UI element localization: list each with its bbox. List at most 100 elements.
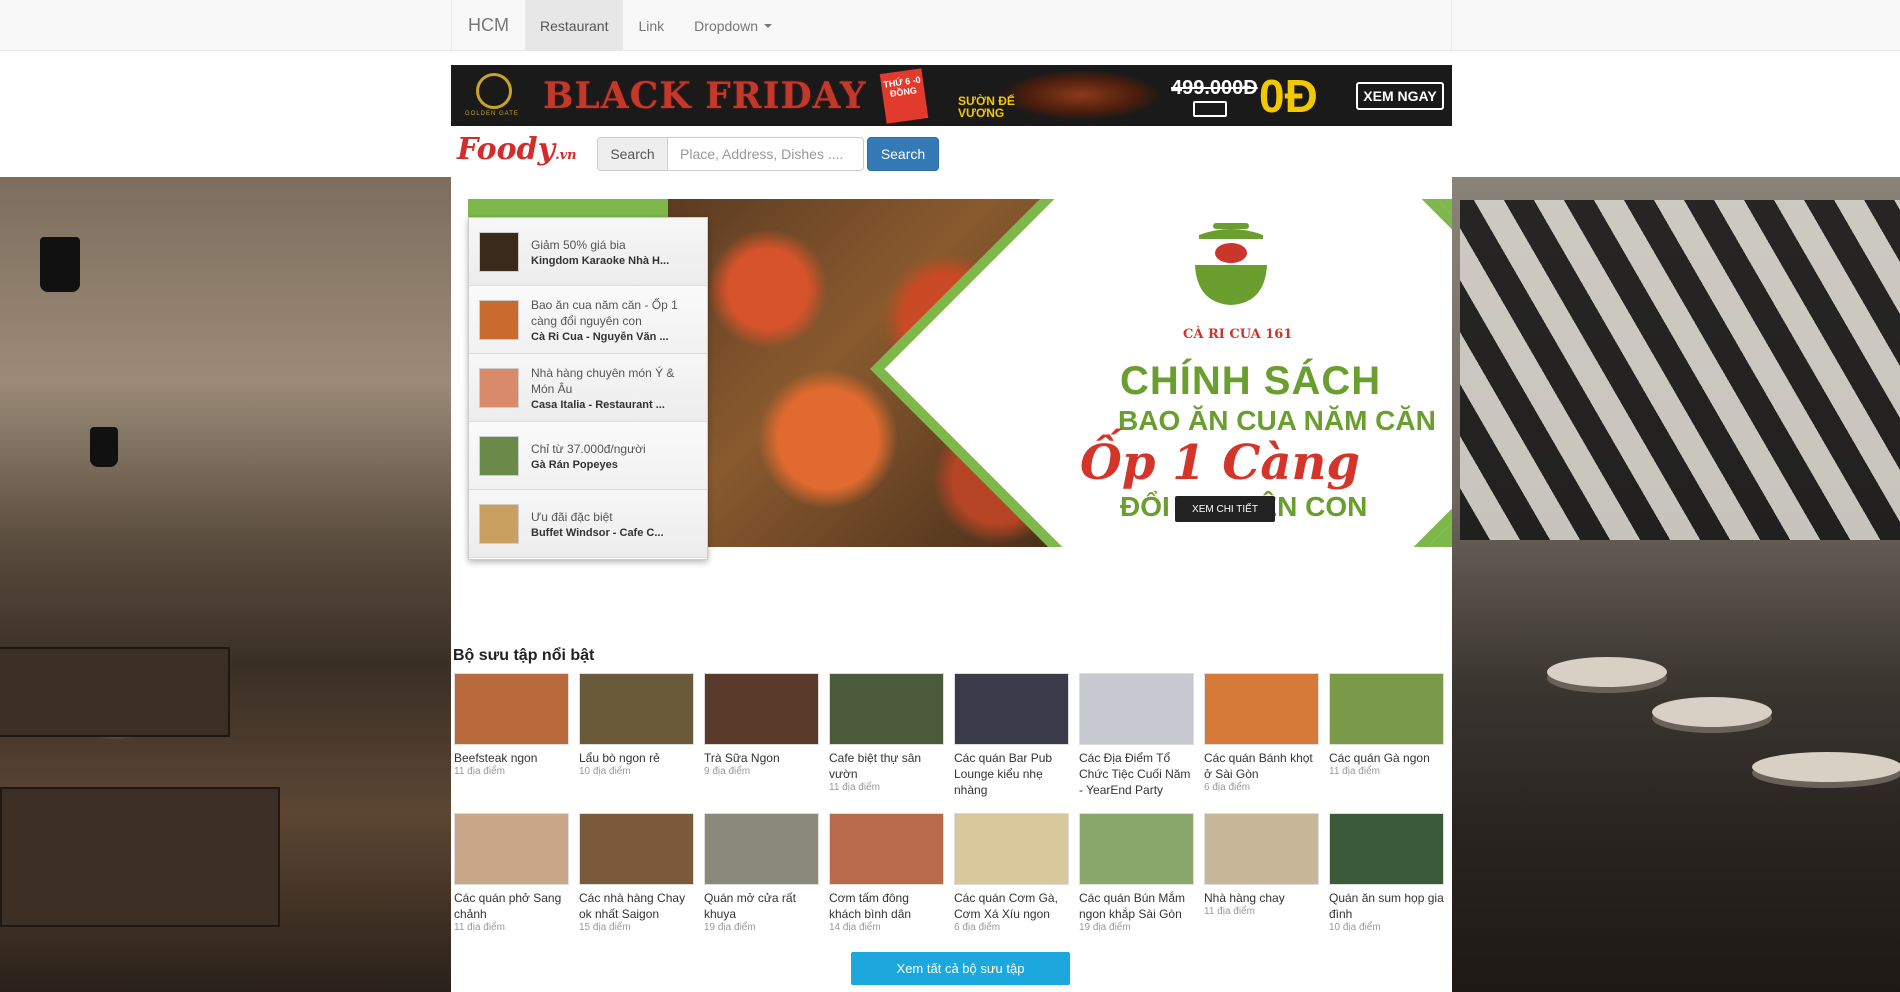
collection-image[interactable] <box>579 813 694 885</box>
collection-title[interactable]: Quán ăn sum họp gia đình <box>1329 890 1444 922</box>
navbar-brand[interactable]: HCM <box>452 0 525 51</box>
collection-title[interactable]: Cafe biệt thự sân vườn <box>829 750 944 782</box>
collection-title[interactable]: Beefsteak ngon <box>454 750 569 766</box>
collections-row: Beefsteak ngon 11 địa điểm Lẩu bò ngon rẻ 1… <box>454 673 1450 813</box>
promo-thumbnail <box>479 231 519 272</box>
collection-count: 11 địa điểm <box>1329 766 1380 777</box>
collection-image[interactable] <box>454 673 569 745</box>
collection-card[interactable]: Cơm tấm đông khách bình dân 14 địa điểm <box>829 813 944 953</box>
collection-count: 19 địa điểm <box>1079 922 1131 933</box>
main-content: CÀ RI CUA 161 CHÍNH SÁCH BAO ĂN CUA NĂM … <box>451 177 1452 992</box>
collection-title[interactable]: Các quán Bún Mắm ngon khắp Sài Gòn <box>1079 890 1194 922</box>
collection-count: 11 địa điểm <box>829 782 880 793</box>
collection-count: 14 địa điểm <box>829 922 881 933</box>
collection-image[interactable] <box>454 813 569 885</box>
collection-card[interactable]: Các quán Cơm Gà, Cơm Xá Xíu ngon 6 địa đi… <box>954 813 1069 953</box>
hero-cta-button[interactable]: XEM CHI TIẾT <box>1175 496 1275 522</box>
navbar: HCM Restaurant Link Dropdown <box>0 0 1900 51</box>
view-all-collections-button[interactable]: Xem tất cả bộ sưu tập <box>851 952 1070 985</box>
collection-card[interactable]: Các nhà hàng Chay ok nhất Saigon 15 địa đ… <box>579 813 694 953</box>
collection-image[interactable] <box>829 813 944 885</box>
collection-title[interactable]: Các quán Bánh khọt ở Sài Gòn <box>1204 750 1319 782</box>
collection-count: 11 địa điểm <box>1204 906 1255 917</box>
promo-thumbnail <box>479 367 519 408</box>
ad-new-price: 0Đ <box>1259 70 1318 122</box>
nav-item-restaurant[interactable]: Restaurant <box>525 0 624 51</box>
site-header: Foody.vn Search Search <box>451 126 1452 177</box>
search-button[interactable]: Search <box>867 137 939 171</box>
collection-card[interactable]: Trà Sữa Ngon 9 địa điểm <box>704 673 819 813</box>
table <box>0 647 230 737</box>
collection-title[interactable]: Trà Sữa Ngon <box>704 750 819 766</box>
collection-card[interactable]: Quán mở cửa rất khuya 19 địa điểm <box>704 813 819 953</box>
collection-title[interactable]: Nhà hàng chay <box>1204 890 1319 906</box>
table <box>0 787 280 927</box>
collection-title[interactable]: Các Địa Điểm Tổ Chức Tiệc Cuối Năm - Yea… <box>1079 750 1194 798</box>
nav-item-link[interactable]: Link <box>623 0 679 51</box>
collection-image[interactable] <box>579 673 694 745</box>
arrow-right-icon <box>1193 101 1227 117</box>
promo-item[interactable]: Bao ăn cua năm căn - Ốp 1 càng đổi nguyê… <box>469 286 707 354</box>
collection-title[interactable]: Các quán phở Sang chảnh <box>454 890 569 922</box>
collection-title[interactable]: Các quán Gà ngon <box>1329 750 1444 766</box>
hero-line-1: CHÍNH SÁCH <box>1120 359 1382 403</box>
nav-item-dropdown[interactable]: Dropdown <box>679 0 787 51</box>
hero-brand-name: CÀ RI CUA 161 <box>1183 327 1293 342</box>
collection-card[interactable]: Các quán Gà ngon 11 địa điểm <box>1329 673 1444 813</box>
promo-title: Giảm 50% giá bia <box>531 237 626 252</box>
logo-text: Foody <box>457 132 556 167</box>
promo-title: Chỉ từ 37.000đ/người <box>531 441 646 456</box>
collection-image[interactable] <box>954 673 1069 745</box>
collection-image[interactable] <box>1204 673 1319 745</box>
collection-image[interactable] <box>1329 813 1444 885</box>
collection-card[interactable]: Cafe biệt thự sân vườn 11 địa điểm <box>829 673 944 813</box>
search-addon-label: Search <box>597 137 668 171</box>
search-input[interactable] <box>667 137 864 171</box>
ad-cta-button[interactable]: XEM NGAY <box>1356 82 1444 110</box>
collection-image[interactable] <box>704 673 819 745</box>
collection-title[interactable]: Quán mở cửa rất khuya <box>704 890 819 922</box>
promo-item[interactable]: Giảm 50% giá bia Kingdom Karaoke Nhà H... <box>469 218 707 286</box>
collection-title[interactable]: Cơm tấm đông khách bình dân <box>829 890 944 922</box>
promo-subtitle: Casa Italia - Restaurant ... <box>531 398 665 411</box>
promo-thumbnail <box>479 503 519 544</box>
promo-item[interactable]: Ưu đãi đặc biệt Buffet Windsor - Cafe C..… <box>469 490 707 558</box>
collection-title[interactable]: Các nhà hàng Chay ok nhất Saigon <box>579 890 694 922</box>
promo-subtitle: Gà Rán Popeyes <box>531 458 618 471</box>
collection-card[interactable]: Beefsteak ngon 11 địa điểm <box>454 673 569 813</box>
ad-old-price: 499.000Đ <box>1171 77 1258 99</box>
ad-banner[interactable]: GOLDEN GATE BLACK FRIDAY THỨ 6 -0 ĐỒNG S… <box>451 65 1452 126</box>
collection-card[interactable]: Lẩu bò ngon rẻ 10 địa điểm <box>579 673 694 813</box>
collection-count: 11 địa điểm <box>454 766 505 777</box>
promo-title: Bao ăn cua năm căn - Ốp 1 càng đổi nguyê… <box>531 297 678 328</box>
collection-image[interactable] <box>704 813 819 885</box>
collection-image[interactable] <box>1079 673 1194 745</box>
collection-card[interactable]: Nhà hàng chay 11 địa điểm <box>1204 813 1319 953</box>
collection-image[interactable] <box>829 673 944 745</box>
caret-down-icon <box>764 23 772 28</box>
collection-image[interactable] <box>1079 813 1194 885</box>
collection-image[interactable] <box>1204 813 1319 885</box>
foody-logo[interactable]: Foody.vn <box>457 132 577 167</box>
background-left-scene <box>0 177 451 992</box>
collection-card[interactable]: Các quán Bánh khọt ở Sài Gòn 6 địa điểm <box>1204 673 1319 813</box>
collection-card[interactable]: Quán ăn sum họp gia đình 10 địa điểm <box>1329 813 1444 953</box>
promo-item[interactable]: Chỉ từ 37.000đ/người Gà Rán Popeyes <box>469 422 707 490</box>
collection-count: 10 địa điểm <box>579 766 631 777</box>
collection-card[interactable]: Các quán phở Sang chảnh 11 địa điểm <box>454 813 569 953</box>
promo-item[interactable]: Nhà hàng chuyên món Ý & Món Âu Casa Itali… <box>469 354 707 422</box>
collection-title[interactable]: Các quán Bar Pub Lounge kiểu nhẹ nhàng <box>954 750 1069 798</box>
ad-badge: THỨ 6 -0 ĐỒNG <box>879 68 929 124</box>
collection-title[interactable]: Các quán Cơm Gà, Cơm Xá Xíu ngon <box>954 890 1069 922</box>
collection-count: 9 địa điểm <box>704 766 751 777</box>
ad-product-name: SƯỜN ĐẾ VƯƠNG <box>958 94 1015 120</box>
bar-stool <box>1652 697 1772 727</box>
ad-headline: BLACK FRIDAY <box>543 75 867 117</box>
collection-image[interactable] <box>954 813 1069 885</box>
collection-image[interactable] <box>1329 673 1444 745</box>
collection-card[interactable]: Các quán Bar Pub Lounge kiểu nhẹ nhàng <box>954 673 1069 813</box>
collection-count: 6 địa điểm <box>1204 782 1251 793</box>
collection-title[interactable]: Lẩu bò ngon rẻ <box>579 750 694 766</box>
collection-card[interactable]: Các Địa Điểm Tổ Chức Tiệc Cuối Năm - Yea… <box>1079 673 1194 813</box>
collection-card[interactable]: Các quán Bún Mắm ngon khắp Sài Gòn 19 địa… <box>1079 813 1194 953</box>
